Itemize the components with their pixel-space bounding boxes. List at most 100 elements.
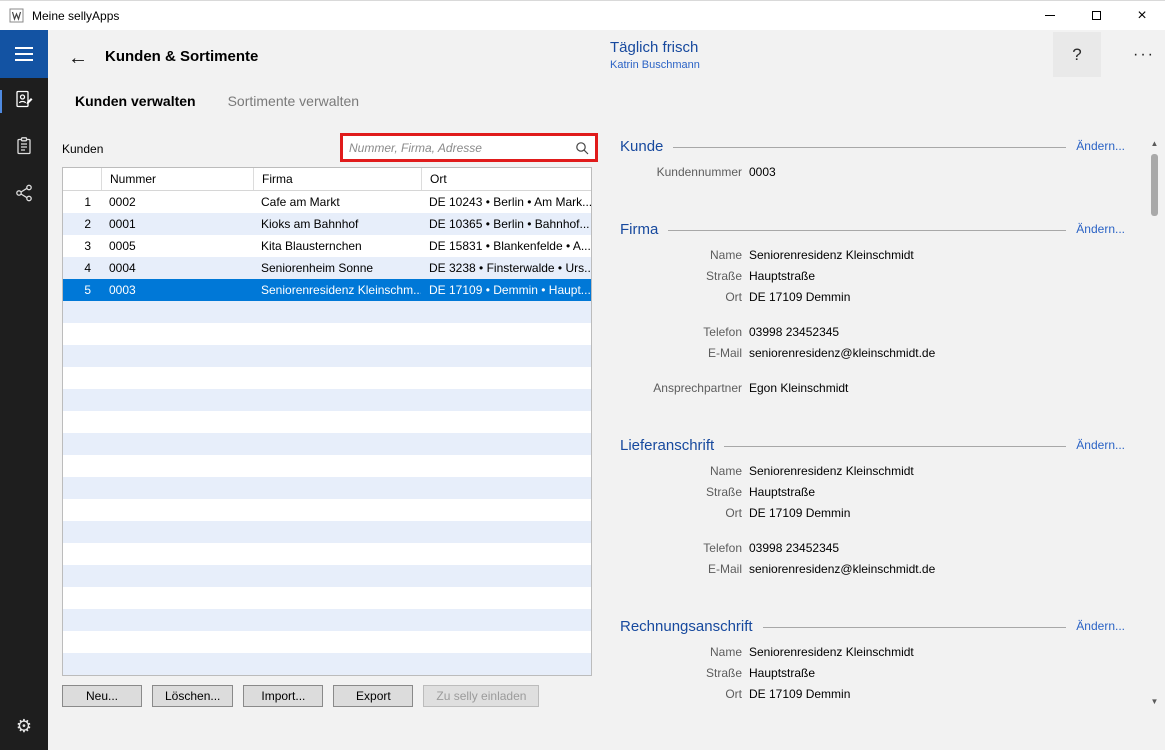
delete-button[interactable]: Löschen...	[152, 685, 233, 707]
field-label: Straße	[620, 269, 742, 283]
field-label: Ort	[620, 290, 742, 304]
table-row[interactable]: 10002Cafe am MarktDE 10243 • Berlin • Am…	[63, 191, 591, 213]
help-button[interactable]: ?	[1053, 32, 1101, 77]
detail-field: Ort DE 17109 Demmin	[620, 683, 1125, 704]
field-group: Kundennummer 0003	[620, 161, 1125, 182]
detail-field: StraßeHauptstraße	[620, 662, 1125, 683]
new-button[interactable]: Neu...	[62, 685, 142, 707]
back-arrow-icon: ←	[68, 47, 88, 70]
section-title: Firma	[620, 221, 658, 238]
field-label: Ort	[620, 506, 742, 520]
field-group: NameSeniorenresidenz KleinschmidtStraßeH…	[620, 641, 1125, 704]
column-header-nummer[interactable]: Nummer	[101, 168, 253, 190]
field-label: Ort	[620, 687, 742, 701]
field-group: Telefon03998 23452345 E-Mail seniorenresid…	[620, 537, 1125, 579]
vertical-scrollbar[interactable]: ▲ ▼	[1147, 136, 1162, 708]
ort-cell: DE 10243 • Berlin • Am Mark...	[421, 191, 591, 213]
account-user: Katrin Buschmann	[610, 59, 700, 71]
nummer-cell: 0004	[101, 257, 253, 279]
scroll-up-button[interactable]: ▲	[1147, 136, 1162, 150]
section-divider	[724, 446, 1066, 447]
aendern-link[interactable]: Ändern...	[1076, 139, 1125, 153]
ort-cell: DE 10365 • Berlin • Bahnhof...	[421, 213, 591, 235]
details-section: LieferanschriftÄndern...NameSeniorenresi…	[620, 434, 1125, 579]
field-label: E-Mail	[620, 562, 742, 576]
table-header: Nummer Firma Ort	[63, 168, 591, 191]
maximize-button[interactable]	[1073, 1, 1119, 30]
aendern-link[interactable]: Ändern...	[1076, 438, 1125, 452]
firma-cell: Kita Blausternchen	[253, 235, 421, 257]
field-group: AnsprechpartnerEgon Kleinschmidt	[620, 377, 1125, 398]
field-label: Kundennummer	[620, 165, 742, 179]
sidebar-item-assortments[interactable]	[0, 125, 48, 172]
window-title: Meine sellyApps	[32, 9, 119, 23]
customers-list-label: Kunden	[62, 142, 103, 156]
tab-sortimente-verwalten[interactable]: Sortimente verwalten	[228, 93, 360, 109]
column-header-ort[interactable]: Ort	[421, 168, 591, 190]
detail-field: OrtDE 17109 Demmin	[620, 502, 1125, 523]
sidebar-item-share[interactable]	[0, 172, 48, 219]
maximize-icon	[1092, 11, 1101, 20]
export-button[interactable]: Export	[333, 685, 413, 707]
field-value: 03998 23452345	[749, 541, 839, 555]
nummer-cell: 0003	[101, 279, 253, 301]
firma-cell: Kioks am Bahnhof	[253, 213, 421, 235]
detail-field: NameSeniorenresidenz Kleinschmidt	[620, 641, 1125, 662]
main-content: ← Kunden & Sortimente Täglich frisch Kat…	[48, 30, 1165, 750]
section-header: Firma Ändern...	[620, 218, 1125, 240]
column-header-firma[interactable]: Firma	[253, 168, 421, 190]
sidebar: ⚙	[0, 30, 48, 750]
section-title: Kunde	[620, 138, 663, 155]
field-group: Telefon03998 23452345E-Mailseniorenresid…	[620, 321, 1125, 363]
share-icon	[14, 183, 34, 208]
field-value: Seniorenresidenz Kleinschmidt	[749, 248, 914, 262]
detail-field: Telefon03998 23452345	[620, 537, 1125, 558]
tab-kunden-verwalten[interactable]: Kunden verwalten	[75, 93, 196, 109]
field-value: seniorenresidenz@kleinschmidt.de	[749, 346, 935, 360]
tab-bar: Kunden verwalten Sortimente verwalten	[75, 93, 359, 109]
field-value: Seniorenresidenz Kleinschmidt	[749, 464, 914, 478]
table-row[interactable]: 50003Seniorenresidenz Kleinschm...DE 171…	[63, 279, 591, 301]
table-row[interactable]: 30005Kita BlausternchenDE 15831 • Blanke…	[63, 235, 591, 257]
more-button[interactable]: ···	[1126, 41, 1162, 69]
app-logo-icon	[9, 8, 24, 23]
field-value: 0003	[749, 165, 776, 179]
nummer-cell: 0001	[101, 213, 253, 235]
field-value: seniorenresidenz@kleinschmidt.de	[749, 562, 935, 576]
account-company: Täglich frisch	[610, 39, 700, 56]
field-value: Hauptstraße	[749, 269, 815, 283]
table-row[interactable]: 40004Seniorenheim SonneDE 3238 • Finster…	[63, 257, 591, 279]
minimize-button[interactable]	[1027, 1, 1073, 30]
column-header-index[interactable]	[63, 168, 101, 190]
detail-field: AnsprechpartnerEgon Kleinschmidt	[620, 377, 1125, 398]
scrollbar-thumb[interactable]	[1151, 154, 1158, 216]
field-label: Straße	[620, 666, 742, 680]
firma-cell: Cafe am Markt	[253, 191, 421, 213]
back-button[interactable]: ←	[62, 42, 94, 74]
field-group: NameSeniorenresidenz KleinschmidtStraßeH…	[620, 460, 1125, 523]
invite-to-selly-button: Zu selly einladen	[423, 685, 539, 707]
search-input[interactable]	[343, 141, 572, 155]
detail-field: NameSeniorenresidenz Kleinschmidt	[620, 460, 1125, 481]
field-value: Egon Kleinschmidt	[749, 381, 848, 395]
scroll-down-button[interactable]: ▼	[1147, 694, 1162, 708]
field-value: 03998 23452345	[749, 325, 839, 339]
field-value: DE 17109 Demmin	[749, 687, 850, 701]
close-button[interactable]: ×	[1119, 1, 1165, 30]
field-label: Straße	[620, 485, 742, 499]
customers-icon	[14, 89, 34, 114]
aendern-link[interactable]: Ändern...	[1076, 222, 1125, 236]
sidebar-item-customers[interactable]	[0, 78, 48, 125]
detail-field: OrtDE 17109 Demmin	[620, 286, 1125, 307]
details-section: Kunde Ändern... Kundennummer 0003	[620, 135, 1125, 182]
minimize-icon	[1045, 15, 1055, 16]
table-row[interactable]: 20001Kioks am BahnhofDE 10365 • Berlin •…	[63, 213, 591, 235]
settings-button[interactable]: ⚙	[0, 706, 48, 746]
aendern-link[interactable]: Ändern...	[1076, 619, 1125, 633]
detail-field: Straße Hauptstraße	[620, 265, 1125, 286]
customer-table-body: 10002Cafe am MarktDE 10243 • Berlin • Am…	[63, 191, 591, 675]
detail-field: E-Mail seniorenresidenz@kleinschmidt.de	[620, 558, 1125, 579]
hamburger-menu-button[interactable]	[0, 30, 48, 78]
import-button[interactable]: Import...	[243, 685, 323, 707]
search-box-highlighted	[340, 133, 598, 162]
